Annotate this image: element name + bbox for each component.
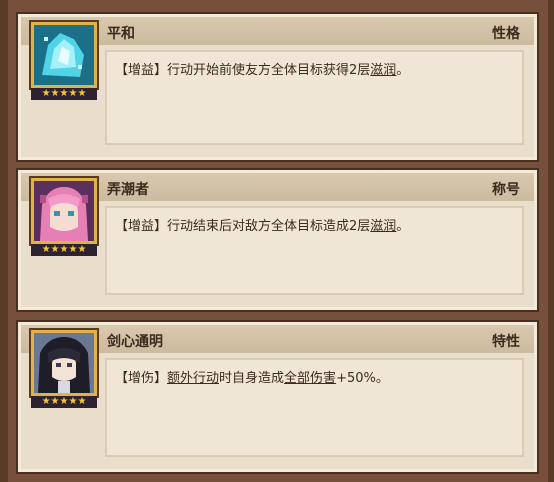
description-box: 【增伤】额外行动时自身造成全部伤害+50%。 (105, 358, 524, 457)
card-header (21, 17, 534, 45)
trait-card-personality[interactable]: ★★★★★ 平和 性格 【增益】行动开始前使友方全体目标获得2层滋润。 (16, 12, 539, 162)
keyword-link[interactable]: 额外行动 (167, 371, 219, 386)
description-text: 【增益】行动结束后对敌方全体目标造成2层滋润。 (115, 219, 410, 234)
keyword-link[interactable]: 全部伤害 (284, 371, 336, 386)
dark-hair-swordsman-portrait-icon (29, 328, 99, 398)
keyword-link[interactable]: 滋润 (370, 63, 396, 78)
star-rating: ★★★★★ (31, 88, 97, 100)
star-rating: ★★★★★ (31, 244, 97, 256)
trait-card-title[interactable]: ★★★★★ 弄潮者 称号 【增益】行动结束后对敌方全体目标造成2层滋润。 (16, 168, 539, 312)
crystal-portrait-icon (29, 20, 99, 90)
star-rating: ★★★★★ (31, 396, 97, 408)
card-title: 剑心通明 (107, 334, 163, 350)
pink-hair-girl-portrait-icon (29, 176, 99, 246)
card-tag: 性格 (492, 26, 520, 42)
description-text: 【增益】行动开始前使友方全体目标获得2层滋润。 (115, 63, 410, 78)
description-text: 【增伤】额外行动时自身造成全部伤害+50%。 (115, 371, 389, 386)
description-box: 【增益】行动开始前使友方全体目标获得2层滋润。 (105, 50, 524, 145)
keyword-link[interactable]: 滋润 (370, 219, 396, 234)
card-header (21, 325, 534, 353)
card-tag: 称号 (492, 182, 520, 198)
card-header (21, 173, 534, 201)
description-box: 【增益】行动结束后对敌方全体目标造成2层滋润。 (105, 206, 524, 295)
card-title: 弄潮者 (107, 182, 149, 198)
card-tag: 特性 (492, 334, 520, 350)
card-title: 平和 (107, 26, 135, 42)
trait-card-feature[interactable]: ★★★★★ 剑心通明 特性 【增伤】额外行动时自身造成全部伤害+50%。 (16, 320, 539, 474)
